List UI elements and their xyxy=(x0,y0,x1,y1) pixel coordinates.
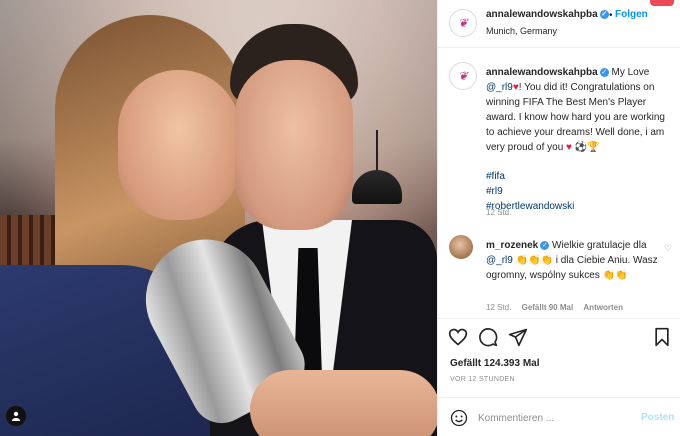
caption-mention[interactable]: @_rl9 xyxy=(486,82,513,93)
post-side-panel: ❦ annalewandowskahpba ✓ • Folgen Munich, … xyxy=(437,0,680,436)
red-heart-icon: ♥ xyxy=(566,142,572,153)
comment-like-heart-icon[interactable]: ♡ xyxy=(664,243,672,254)
comment-time[interactable]: 12 Std. xyxy=(486,303,511,312)
post-comment-button[interactable]: Posten xyxy=(641,412,674,423)
post-photo[interactable] xyxy=(0,0,437,436)
comment-input[interactable] xyxy=(478,409,628,427)
hashtag[interactable]: #rl9 xyxy=(486,184,672,199)
comment-likes[interactable]: Gefällt 90 Mal xyxy=(522,303,574,312)
like-heart-icon[interactable] xyxy=(448,327,468,347)
hashtag[interactable]: #fifa xyxy=(486,169,672,184)
caption-text-1: My Love xyxy=(611,67,650,78)
follow-button[interactable]: Folgen xyxy=(615,9,648,20)
hand xyxy=(250,370,437,436)
hashtag-list: #fifa #rl9 #robertlewandowski xyxy=(486,169,672,214)
avatar-monogram-icon: ❦ xyxy=(457,69,469,83)
post-header: ❦ annalewandowskahpba ✓ • Folgen Munich, … xyxy=(438,0,680,48)
man-face xyxy=(235,60,353,230)
commenter-avatar[interactable] xyxy=(449,235,473,259)
verified-badge-icon: ✓ xyxy=(599,9,609,19)
emoji-icon[interactable] xyxy=(450,409,468,427)
caption-avatar[interactable]: ❦ xyxy=(449,62,477,90)
comment-mention[interactable]: @_rl9 xyxy=(486,255,513,266)
share-send-icon[interactable] xyxy=(508,327,528,347)
verified-badge-icon: ✓ xyxy=(540,240,550,250)
post-location[interactable]: Munich, Germany xyxy=(486,26,557,36)
bookmark-icon[interactable] xyxy=(652,327,672,347)
like-count[interactable]: Gefällt 124.393 Mal xyxy=(450,358,540,369)
reply-button[interactable]: Antworten xyxy=(583,303,623,312)
caption-author[interactable]: annalewandowskahpba xyxy=(486,67,598,78)
comments-list[interactable]: ❦ annalewandowskahpba ✓ My Love @_rl9♥! Y… xyxy=(438,49,680,317)
comment-bubble-icon[interactable] xyxy=(478,327,498,347)
verified-badge-icon: ✓ xyxy=(599,67,609,77)
caption-emoji: ⚽🏆 xyxy=(574,142,600,153)
woman-face xyxy=(118,70,240,220)
lamp-cord xyxy=(376,130,378,172)
avatar-monogram-icon: ❦ xyxy=(457,16,469,30)
post-author-name[interactable]: annalewandowskahpba xyxy=(486,9,598,20)
action-bar xyxy=(438,318,680,354)
comment-author[interactable]: m_rozenek xyxy=(486,240,538,251)
caption-time[interactable]: 12 Std. xyxy=(486,208,511,217)
notification-indicator xyxy=(650,0,674,6)
post-author[interactable]: annalewandowskahpba ✓ xyxy=(486,9,609,20)
post-timestamp[interactable]: VOR 12 STUNDEN xyxy=(450,376,515,383)
caption: annalewandowskahpba ✓ My Love @_rl9♥! You… xyxy=(486,65,672,214)
comment: m_rozenek ✓ Wielkie gratulacje dla @_rl9 … xyxy=(486,238,662,283)
avatar[interactable]: ❦ xyxy=(449,9,477,37)
tagged-user-icon[interactable] xyxy=(6,406,26,426)
comment-meta: 12 Std. Gefällt 90 Mal Antworten xyxy=(486,303,631,312)
comment-text-1: Wielkie gratulacje dla xyxy=(552,240,647,251)
comment-form: Posten xyxy=(438,397,680,436)
hashtag[interactable]: #robertlewandowski xyxy=(486,199,672,214)
separator: • xyxy=(609,10,613,21)
